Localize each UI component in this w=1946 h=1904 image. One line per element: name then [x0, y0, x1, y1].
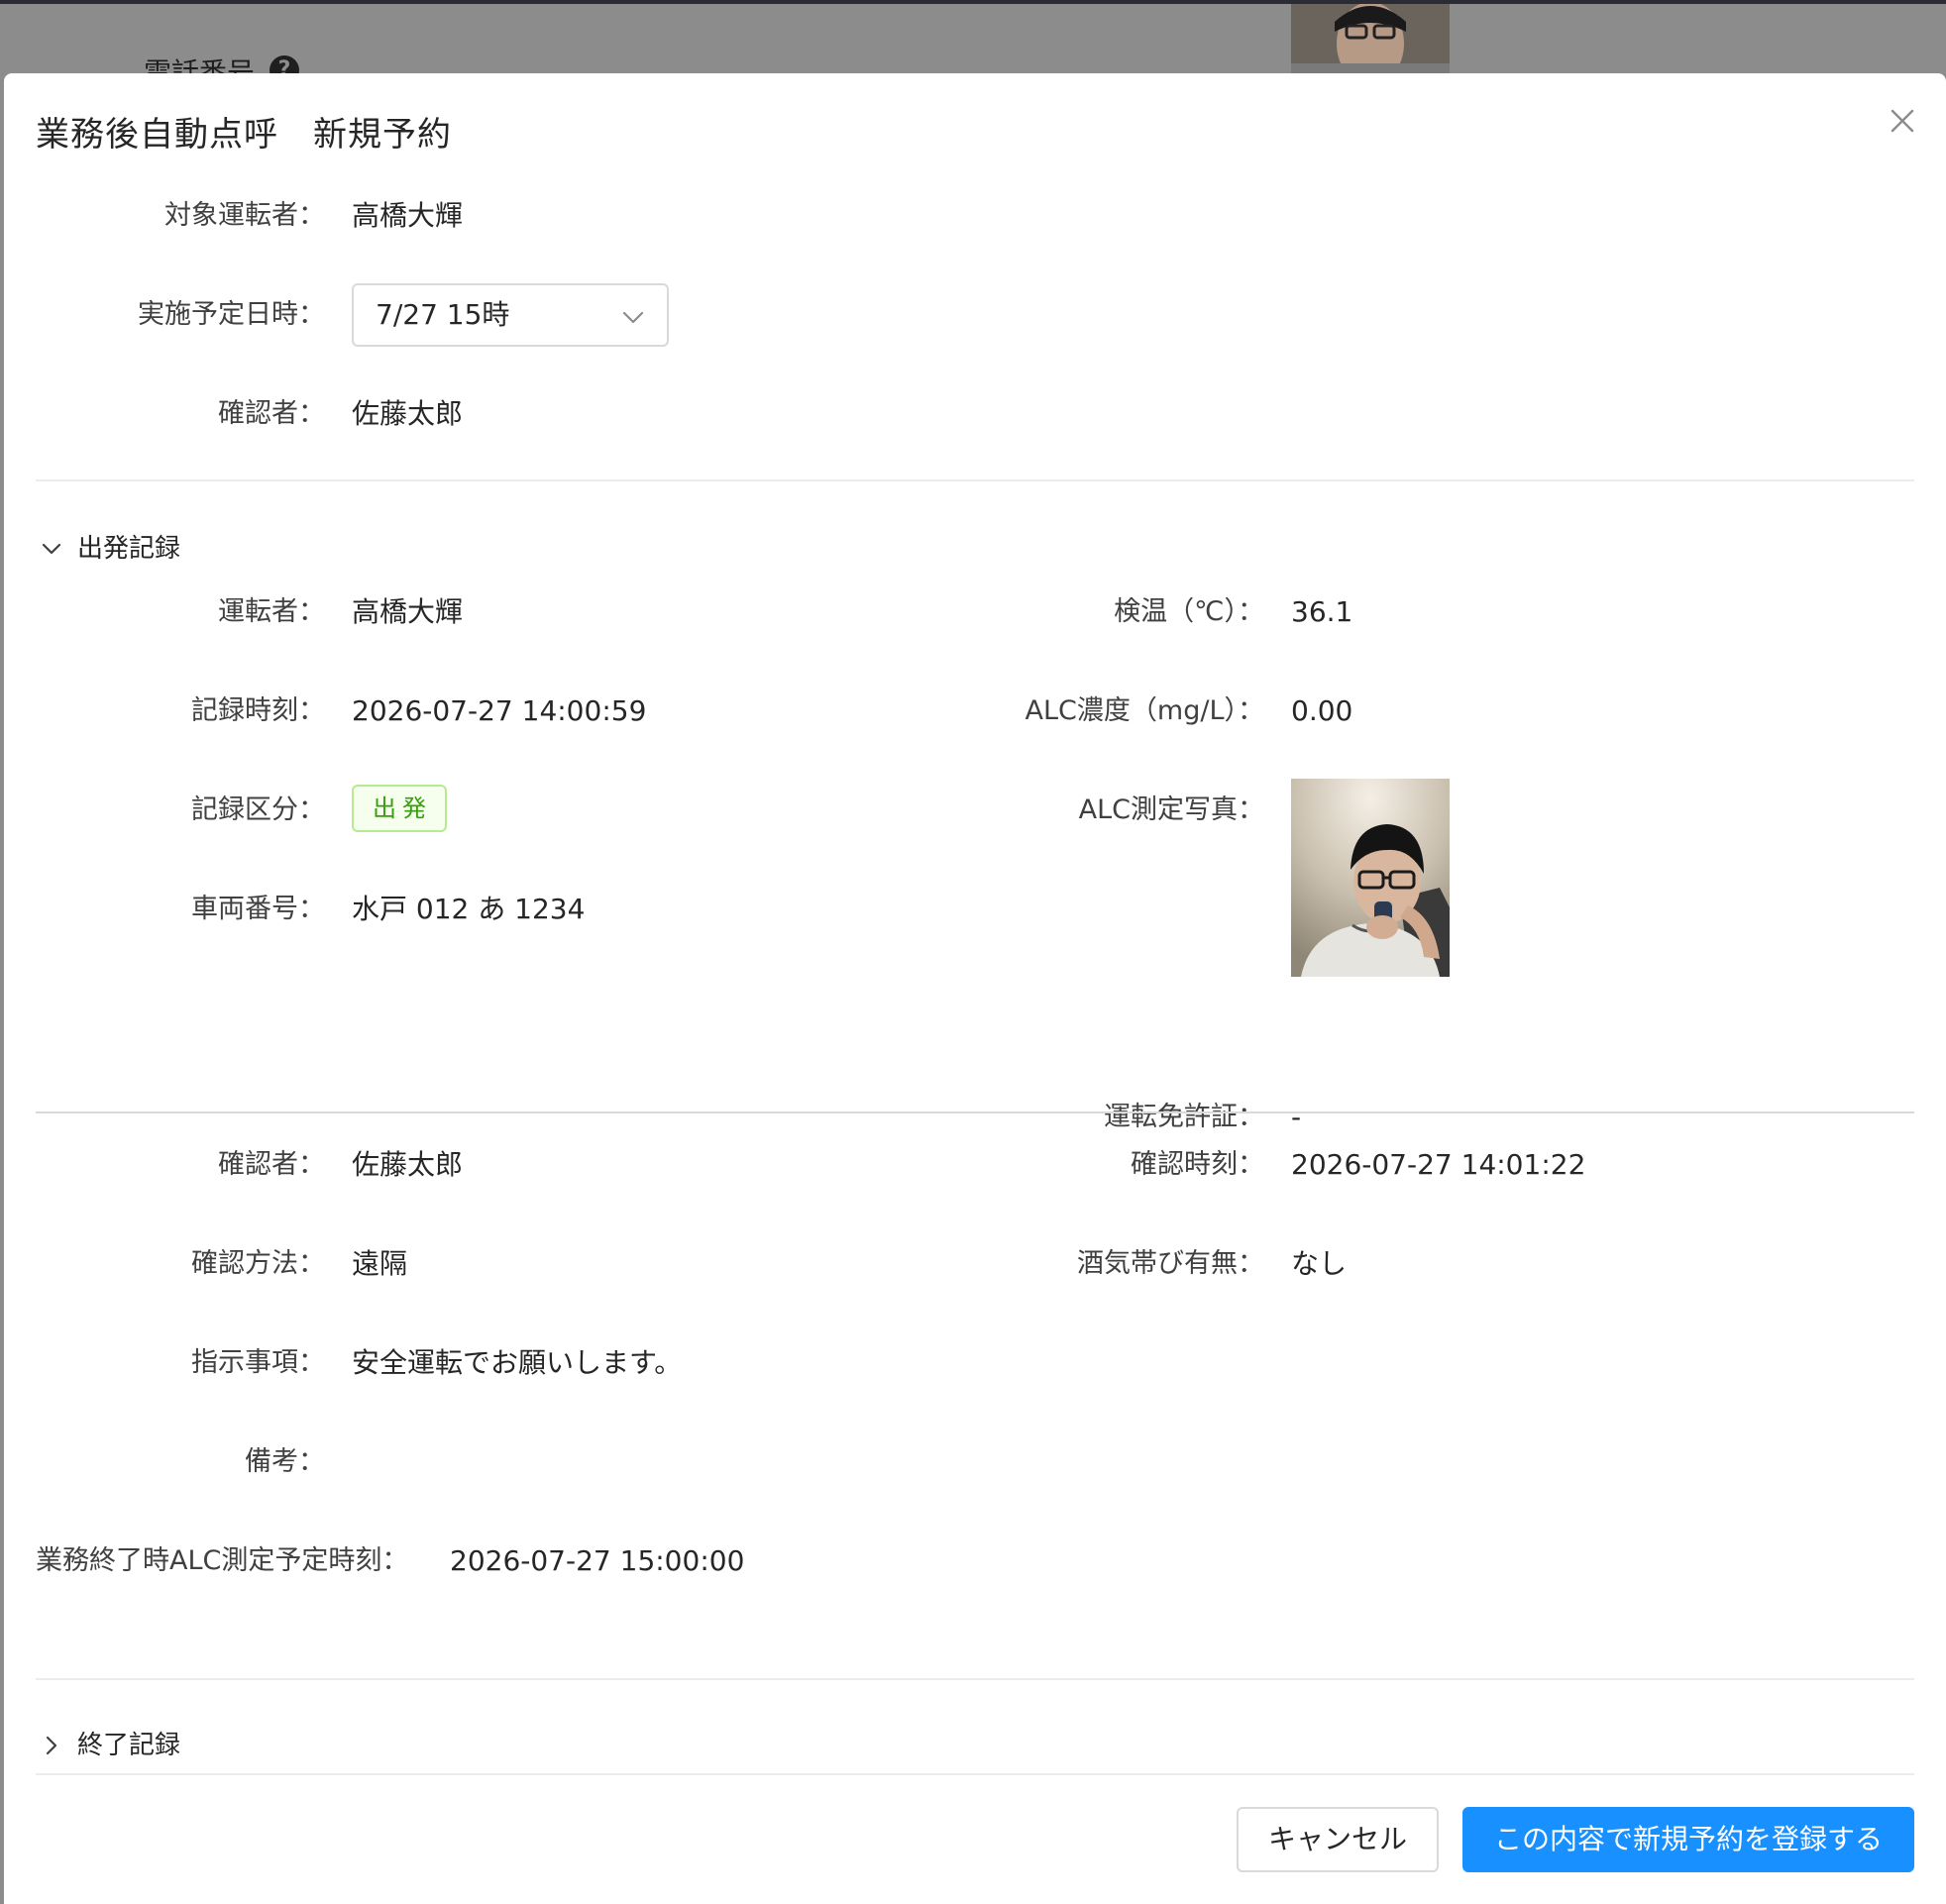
scheduled-datetime-select[interactable]: 7/27 15時	[352, 283, 669, 347]
notes-label: 備考：	[245, 1446, 325, 1477]
record-type-label: 記録区分：	[191, 794, 325, 825]
window-top-strip	[0, 0, 1946, 4]
background-phone-label: 電話番号	[144, 56, 256, 73]
modal-title: 業務後自動点呼 新規予約	[36, 115, 452, 155]
license-label: 運転免許証：	[1104, 1102, 1264, 1132]
departure-record-header: 出発記録	[77, 534, 181, 564]
instructions-label: 指示事項：	[191, 1347, 325, 1378]
end-record-toggle[interactable]: 終了記録	[36, 1726, 234, 1765]
scheduled-datetime-label: 実施予定日時：	[138, 299, 325, 330]
close-icon[interactable]	[1885, 103, 1920, 139]
record-time-label: 記録時刻：	[191, 695, 325, 726]
end-record-header: 終了記録	[77, 1731, 181, 1760]
confirmer-value: 佐藤太郎	[352, 397, 464, 430]
submit-reservation-button[interactable]: この内容で新規予約を登録する	[1462, 1807, 1914, 1872]
vehicle-number-value: 水戸 012 あ 1234	[352, 893, 586, 925]
confirm-method-value: 遠隔	[352, 1247, 408, 1280]
target-driver-value: 高橋大輝	[352, 199, 464, 232]
confirmer-label: 確認者：	[218, 398, 325, 429]
departure-confirmer-label: 確認者：	[218, 1149, 325, 1180]
divider	[36, 1773, 1914, 1775]
vehicle-number-label: 車両番号：	[191, 894, 325, 924]
confirm-time-value: 2026-07-27 14:01:22	[1291, 1148, 1586, 1181]
divider	[36, 1111, 1914, 1113]
target-driver-label: 対象運転者：	[164, 200, 325, 231]
scheduled-datetime-value: 7/27 15時	[376, 298, 510, 331]
instructions-value: 安全運転でお願いします。	[352, 1346, 683, 1379]
confirm-time-label: 確認時刻：	[1131, 1149, 1264, 1180]
end-alc-time-value: 2026-07-27 15:00:00	[450, 1544, 745, 1577]
alc-concentration-label: ALC濃度（mg/L）：	[1025, 695, 1264, 726]
alcohol-presence-value: なし	[1291, 1247, 1348, 1280]
temperature-label: 検温（℃）：	[1114, 596, 1264, 627]
divider	[36, 1678, 1914, 1680]
departure-record-toggle[interactable]: 出発記録	[36, 529, 234, 569]
cancel-button[interactable]: キャンセル	[1237, 1807, 1439, 1872]
confirm-method-label: 確認方法：	[191, 1248, 325, 1279]
alcohol-presence-label: 酒気帯び有無：	[1077, 1248, 1264, 1279]
alc-concentration-value: 0.00	[1291, 694, 1353, 727]
license-value: -	[1291, 1101, 1302, 1133]
departure-confirmer-value: 佐藤太郎	[352, 1148, 464, 1181]
chevron-down-icon	[40, 537, 63, 561]
driver-label: 運転者：	[218, 596, 325, 627]
background-photo	[1291, 4, 1450, 73]
temperature-value: 36.1	[1291, 595, 1353, 628]
alc-measurement-photo[interactable]	[1291, 779, 1450, 977]
alc-photo-label: ALC測定写真：	[1078, 794, 1264, 825]
record-type-tag: 出発	[352, 785, 447, 832]
new-reservation-modal: 業務後自動点呼 新規予約 対象運転者： 高橋大輝 実施予定日時： 7/27 15…	[4, 73, 1946, 1904]
chevron-down-icon	[621, 305, 645, 329]
driver-value: 高橋大輝	[352, 595, 464, 628]
record-time-value: 2026-07-27 14:00:59	[352, 694, 647, 727]
chevron-right-icon	[40, 1734, 63, 1757]
end-alc-time-label: 業務終了時ALC測定予定時刻：	[36, 1545, 409, 1576]
divider	[36, 479, 1914, 481]
